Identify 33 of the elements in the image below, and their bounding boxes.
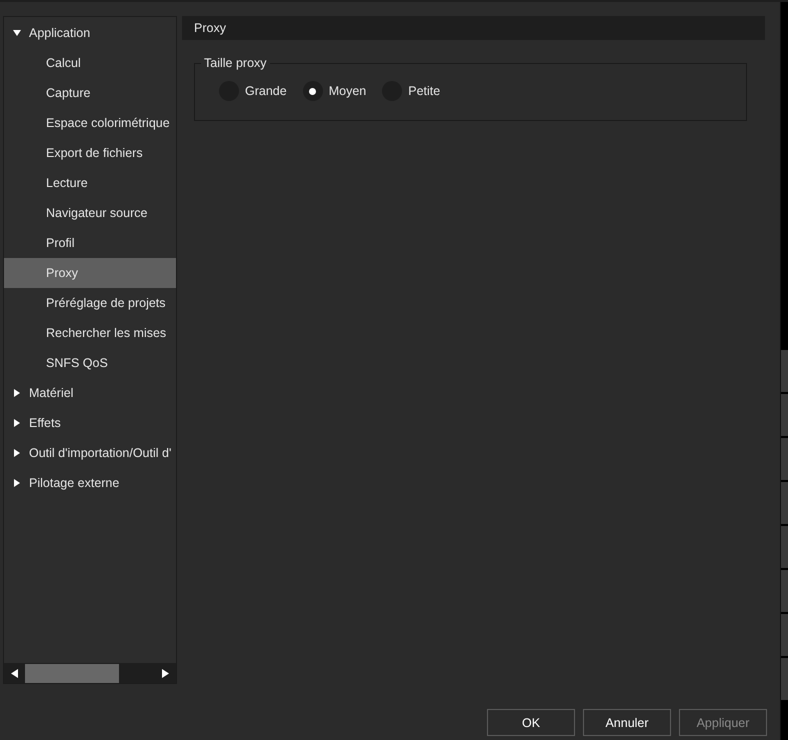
collapsed-caret-icon[interactable]	[13, 389, 21, 397]
tree-item[interactable]: Capture	[4, 78, 176, 108]
collapsed-caret-icon[interactable]	[13, 449, 21, 457]
tree-item[interactable]: Espace colorimétrique	[4, 108, 176, 138]
tree-item[interactable]: Application	[4, 18, 176, 48]
tree-item[interactable]: Lecture	[4, 168, 176, 198]
expanded-caret-icon[interactable]	[13, 29, 21, 37]
tree-item[interactable]: Préréglage de projets	[4, 288, 176, 318]
tree-item[interactable]: SNFS QoS	[4, 348, 176, 378]
scroll-left-icon[interactable]	[10, 668, 19, 678]
collapsed-caret-icon[interactable]	[13, 479, 21, 487]
tree-item[interactable]: Proxy	[4, 258, 176, 288]
dialog-button[interactable]: OK	[487, 709, 575, 736]
tree-item[interactable]: Calcul	[4, 48, 176, 78]
radio-option[interactable]: Grande	[219, 81, 287, 101]
radio-option[interactable]: Moyen	[302, 81, 366, 101]
tree-item[interactable]: Profil	[4, 228, 176, 258]
scroll-right-icon[interactable]	[161, 668, 170, 678]
tree-item[interactable]: Rechercher les mises	[4, 318, 176, 348]
panel-header: Proxy	[182, 16, 765, 40]
radio-option[interactable]: Petite	[382, 81, 440, 101]
tree-item[interactable]: Effets	[4, 408, 176, 438]
tree-item[interactable]: Outil d'importation/Outil d'	[4, 438, 176, 468]
tree-item[interactable]: Pilotage externe	[4, 468, 176, 498]
scrollbar-thumb[interactable]	[25, 664, 119, 682]
tree-item[interactable]: Matériel	[4, 378, 176, 408]
tree-item[interactable]: Export de fichiers	[4, 138, 176, 168]
dialog-button[interactable]: Annuler	[583, 709, 671, 736]
collapsed-caret-icon[interactable]	[13, 419, 21, 427]
tree-item[interactable]: Navigateur source	[4, 198, 176, 228]
group-title: Taille proxy	[201, 56, 270, 71]
horizontal-scrollbar[interactable]	[4, 663, 176, 683]
radio-button[interactable]	[302, 81, 323, 101]
